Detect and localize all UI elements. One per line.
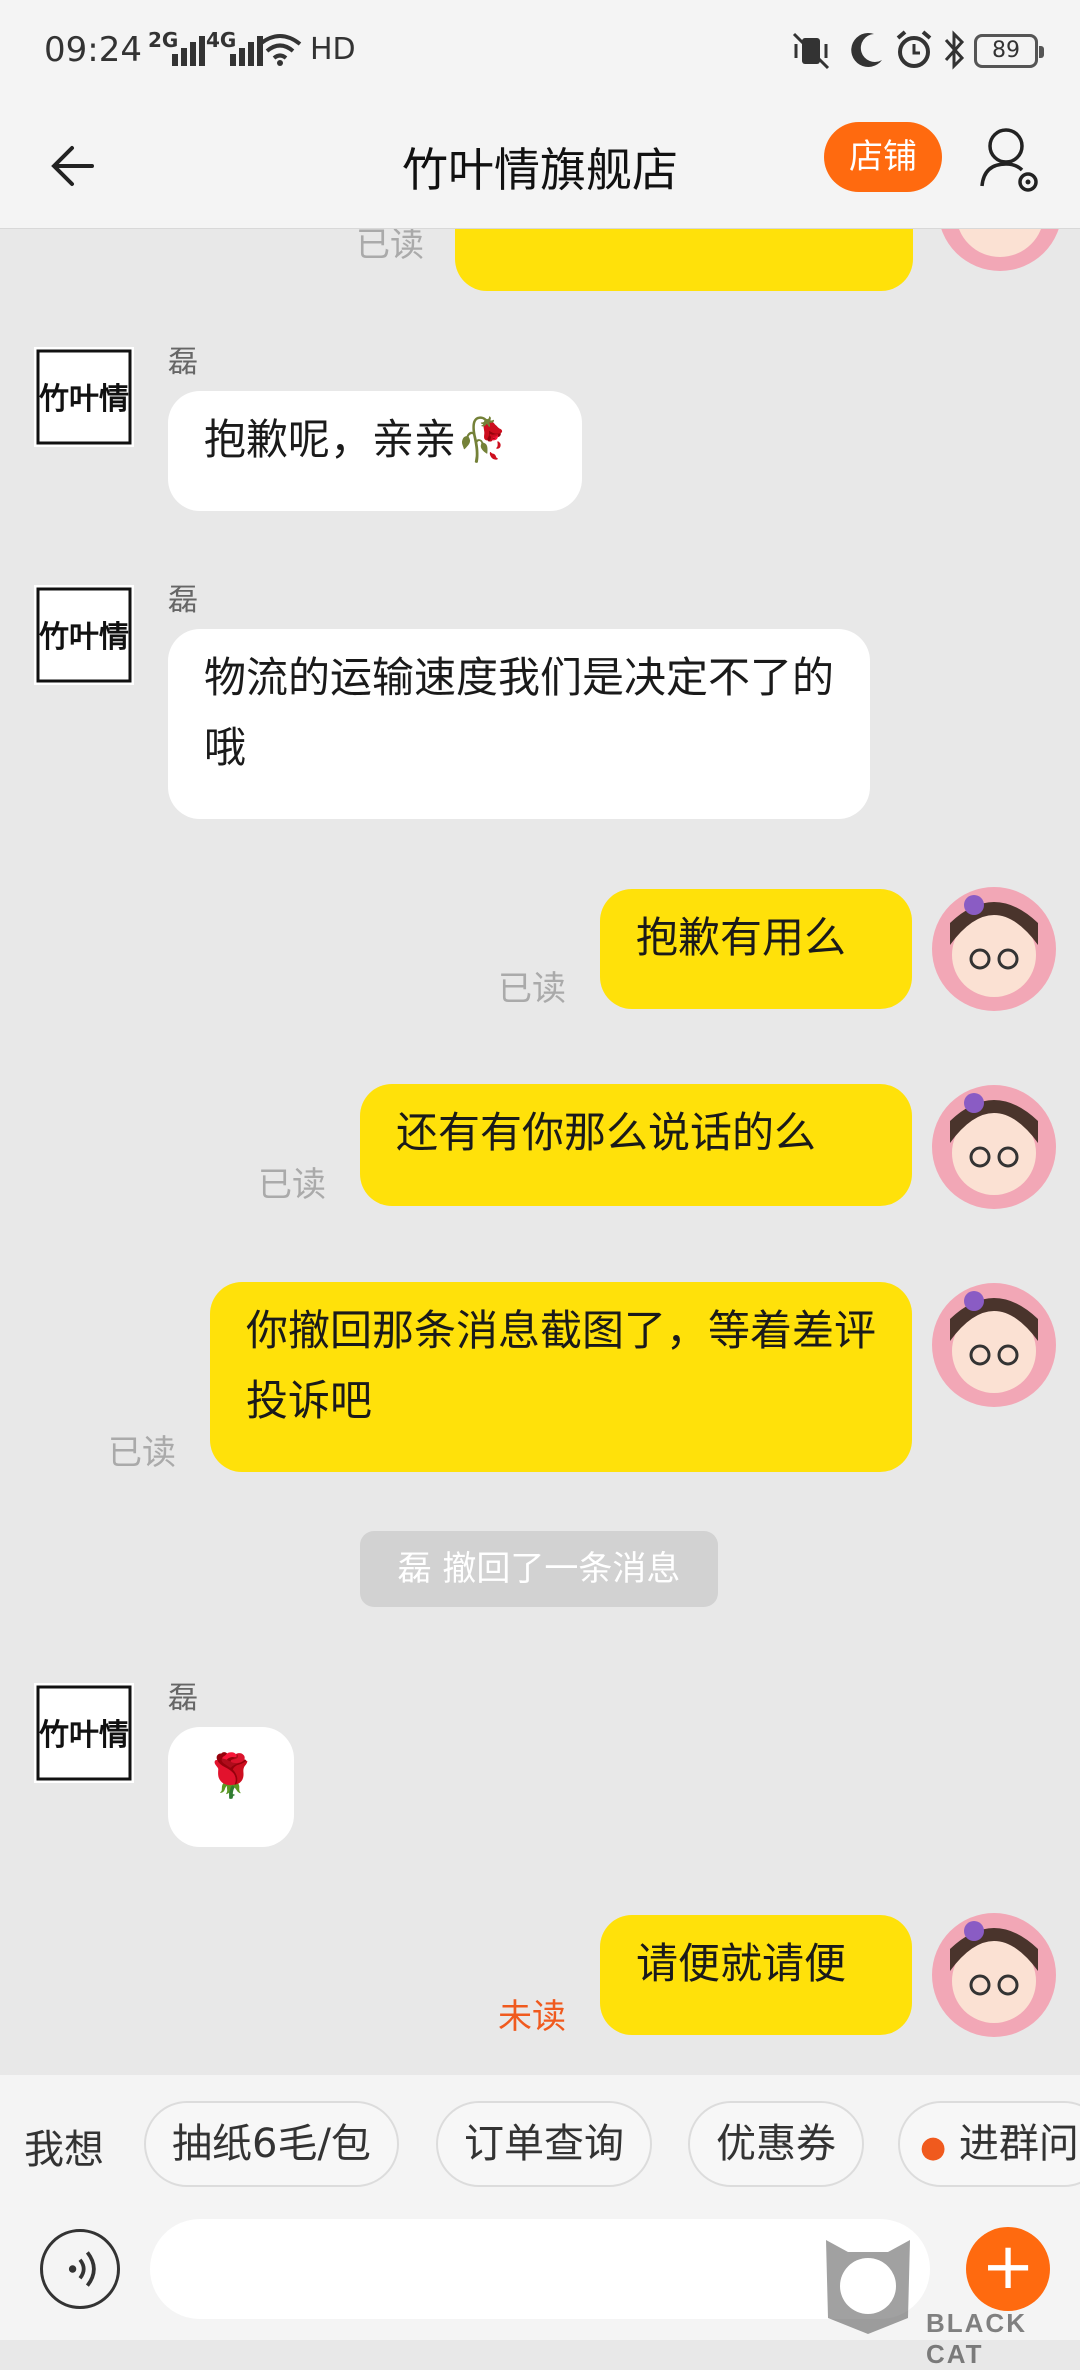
store-logo-icon: 竹叶情 [36,349,132,445]
battery-indicator: 89 [974,34,1044,68]
chat-header: 竹叶情旗舰店 店铺 [0,108,1080,229]
signal-bars-1-icon [172,36,205,66]
message-bubble-self[interactable]: 你撤回那条消息截图了，等着差评投诉吧 [210,1282,912,1472]
svg-text:竹叶情: 竹叶情 [39,1718,129,1753]
mute-vibrate-icon [792,32,830,70]
status-bar: 09:24 2G 4G HD 89 [0,0,1080,108]
message-bubble-store-rose[interactable]: 🌹 [168,1727,294,1847]
user-avatar[interactable] [924,1077,1064,1217]
profile-settings-icon[interactable] [976,122,1046,202]
sender-name: 磊 [168,583,198,618]
message-bubble-self[interactable]: 还有有你那么说话的么 [360,1084,912,1206]
message-text-input[interactable] [150,2219,930,2319]
quick-chip-tissue[interactable]: 抽纸6毛/包 [144,2101,399,2187]
user-avatar[interactable] [930,229,1070,279]
network-label: HD [310,32,356,67]
wifi-icon [258,34,302,66]
read-status: 已读 [356,229,424,265]
status-time: 09:24 [44,30,142,70]
user-avatar[interactable] [924,879,1064,1019]
message-bubble-store[interactable]: 抱歉呢，亲亲🥀 [168,391,582,511]
recall-notice: 磊 撤回了一条消息 [360,1531,718,1607]
sender-name: 磊 [168,345,198,380]
store-avatar[interactable]: 竹叶情 [34,585,134,685]
message-bubble-store[interactable]: 物流的运输速度我们是决定不了的哦 [168,629,870,819]
store-logo-icon: 竹叶情 [36,1685,132,1781]
quick-chip-coupon[interactable]: 优惠券 [688,2101,864,2187]
group-person-icon: ● [920,2130,947,2165]
chat-message-list[interactable]: 已读 竹叶情 磊 抱歉呢，亲亲🥀 竹叶情 磊 物流的运输速度我们是决定不了的哦 … [0,229,1080,2075]
message-bubble-self[interactable]: 请便就请便 [600,1915,912,2035]
voice-input-icon[interactable] [40,2229,120,2309]
more-actions-plus-button[interactable]: + [966,2227,1050,2311]
message-input-bar: + [0,2215,1080,2340]
user-avatar[interactable] [924,1905,1064,2045]
store-avatar[interactable]: 竹叶情 [34,1683,134,1783]
store-avatar[interactable]: 竹叶情 [34,347,134,447]
read-status: 已读 [108,1433,176,1473]
sender-name: 磊 [168,1681,198,1716]
read-status: 已读 [498,969,566,1009]
do-not-disturb-moon-icon [851,32,882,67]
quick-bar-label: 我想 [24,2127,104,2173]
svg-text:竹叶情: 竹叶情 [39,382,129,417]
message-bubble-self[interactable]: 抱歉有用么 [600,889,912,1009]
svg-text:竹叶情: 竹叶情 [39,620,129,655]
unread-status: 未读 [498,1997,566,2037]
shop-button[interactable]: 店铺 [824,122,942,192]
quick-reply-bar: 我想 抽纸6毛/包 订单查询 优惠券 ● 进群问 [0,2075,1080,2215]
alarm-clock-icon [896,30,932,68]
quick-chip-join-group[interactable]: ● 进群问 [898,2101,1080,2187]
read-status: 已读 [258,1165,326,1205]
message-bubble-self[interactable] [455,229,913,291]
bluetooth-icon [944,30,965,70]
quick-chip-order-query[interactable]: 订单查询 [436,2101,652,2187]
user-avatar[interactable] [924,1275,1064,1415]
store-logo-icon: 竹叶情 [36,587,132,683]
